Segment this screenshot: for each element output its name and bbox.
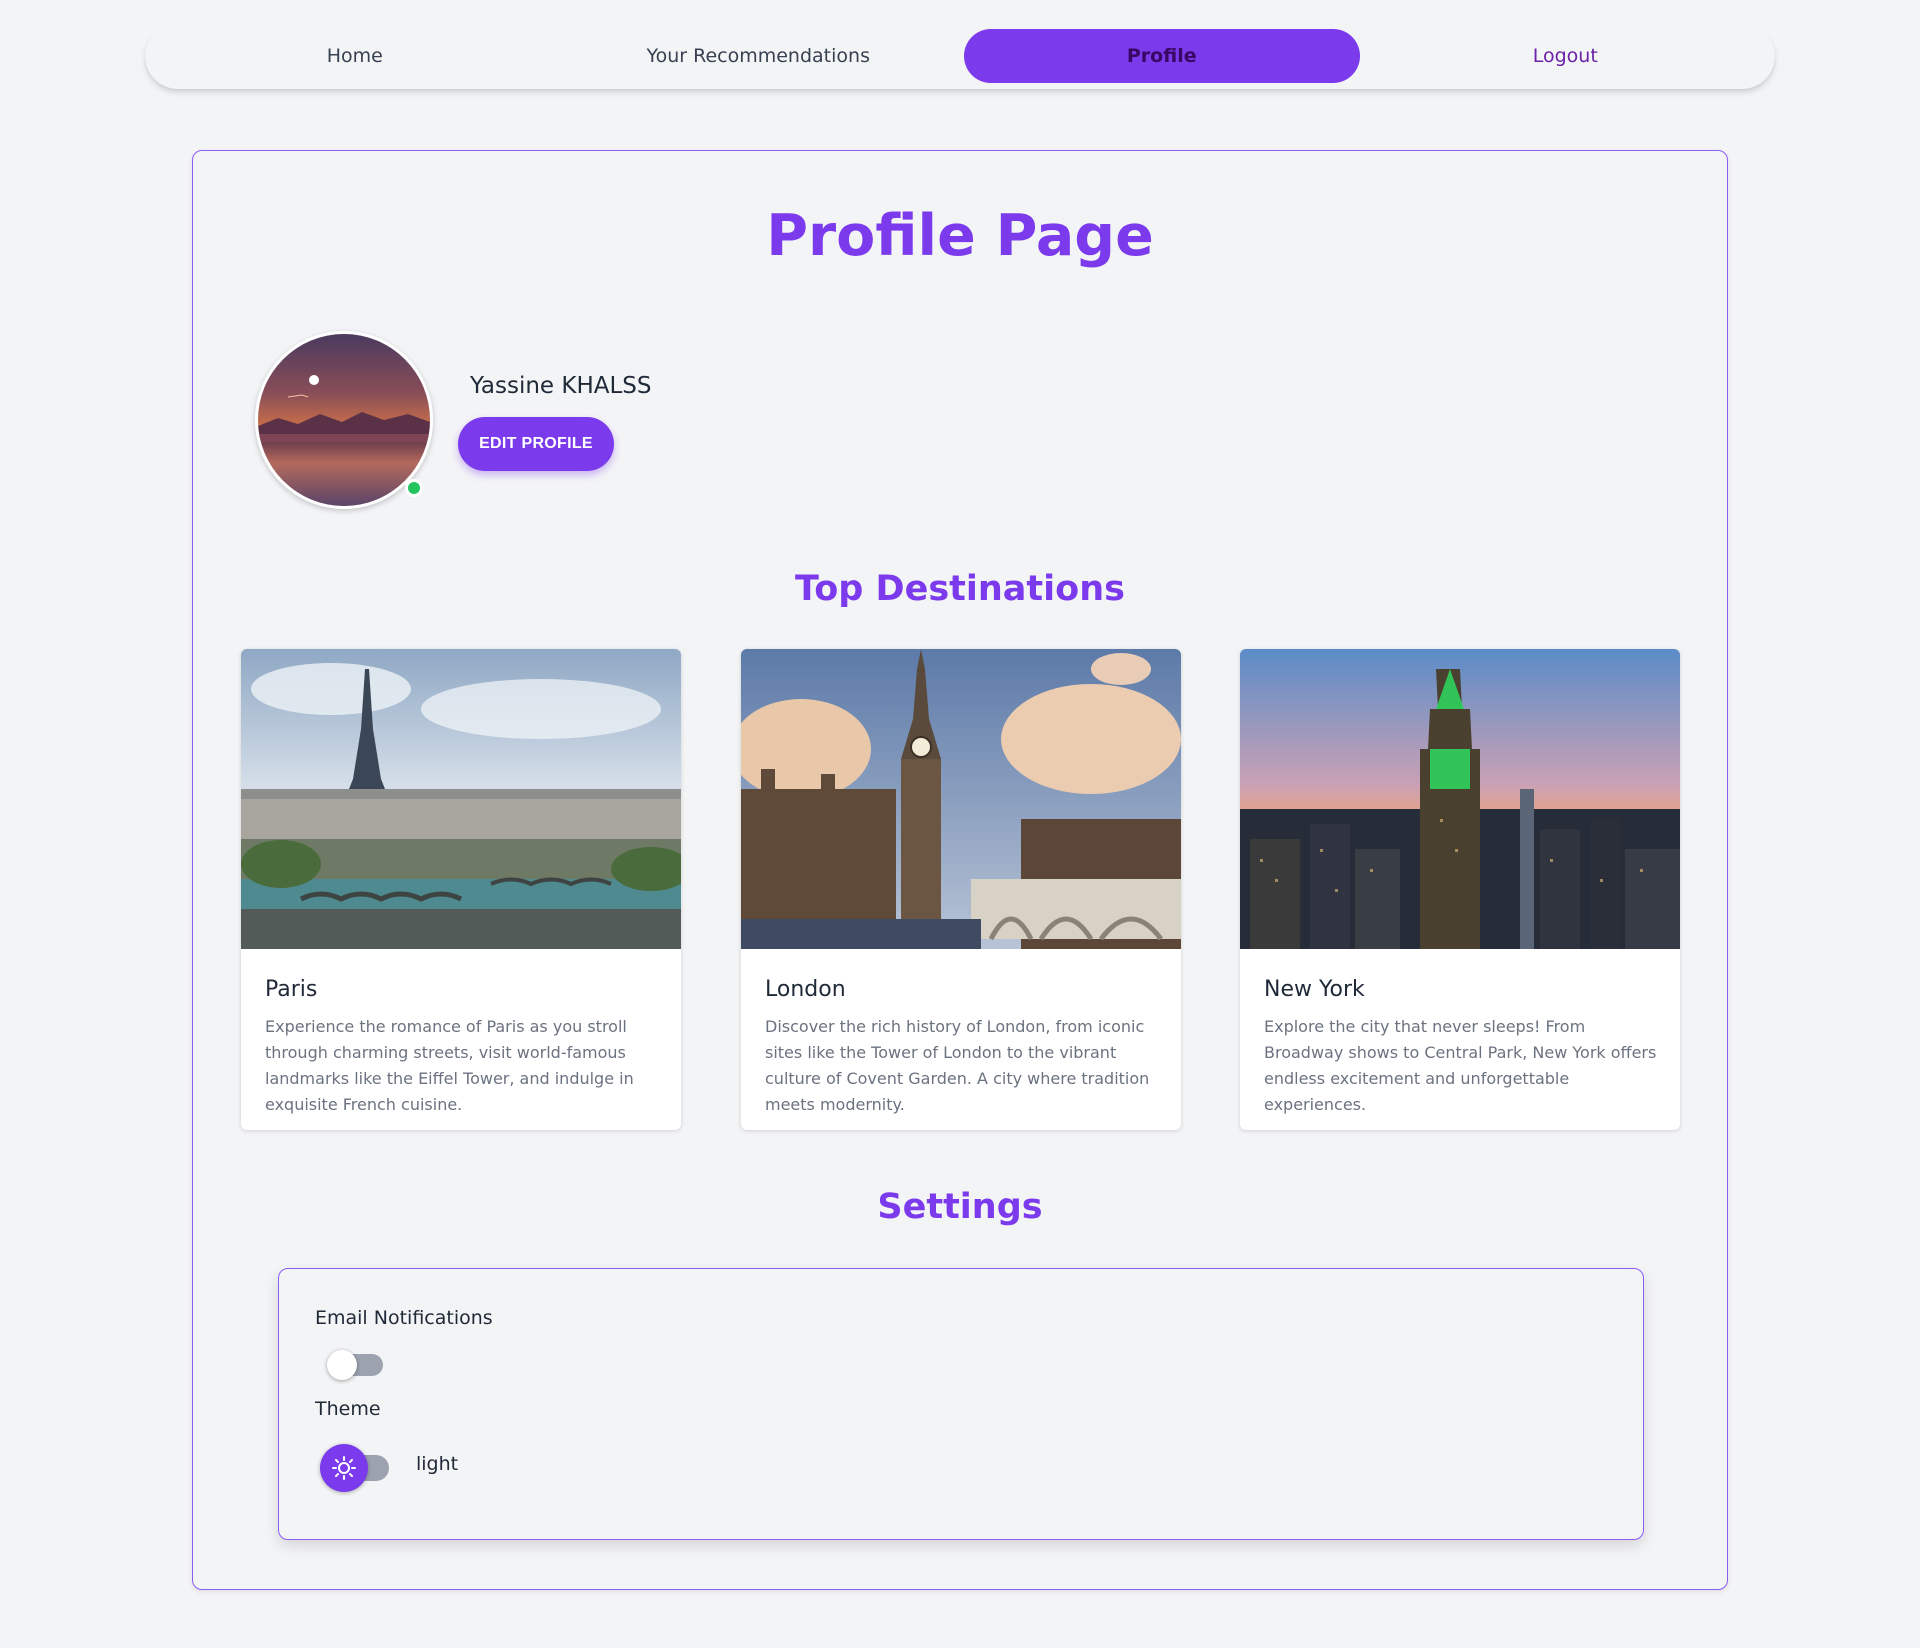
- online-status-indicator: [405, 479, 423, 497]
- settings-panel: Email Notifications Theme light: [278, 1268, 1644, 1540]
- paris-image: [241, 649, 681, 949]
- destination-name: New York: [1264, 977, 1365, 1002]
- nav-recommendations[interactable]: Your Recommendations: [561, 29, 957, 83]
- destination-card-london[interactable]: London Discover the rich history of Lond…: [741, 649, 1181, 1130]
- email-notifications-toggle[interactable]: [327, 1350, 383, 1380]
- user-name: Yassine KHALSS: [470, 373, 652, 399]
- sun-icon: [320, 1444, 368, 1492]
- nav-home[interactable]: Home: [157, 29, 553, 83]
- destination-name: Paris: [265, 977, 318, 1002]
- page-title: Profile Page: [766, 203, 1154, 269]
- destinations-title: Top Destinations: [795, 569, 1125, 609]
- theme-value: light: [416, 1453, 459, 1475]
- london-image: [741, 649, 1181, 949]
- edit-profile-button[interactable]: EDIT PROFILE: [458, 417, 614, 471]
- settings-title: Settings: [877, 1187, 1043, 1227]
- destination-description: Discover the rich history of London, fro…: [765, 1017, 1150, 1114]
- theme-label: Theme: [315, 1398, 381, 1420]
- avatar-container: [255, 331, 433, 509]
- nav-profile[interactable]: Profile: [964, 29, 1360, 83]
- profile-card: Profile Page Yassine KHALSS EDIT PROFILE…: [192, 150, 1728, 1590]
- avatar-image: [258, 334, 430, 506]
- destination-description: Explore the city that never sleeps! From…: [1264, 1017, 1657, 1114]
- theme-toggle[interactable]: [320, 1444, 389, 1492]
- destination-description: Experience the romance of Paris as you s…: [265, 1017, 634, 1114]
- top-navbar: Home Your Recommendations Profile Logout: [145, 23, 1775, 89]
- new-york-image: [1240, 649, 1680, 949]
- page-root: Home Your Recommendations Profile Logout…: [0, 0, 1920, 1648]
- destination-card-paris[interactable]: Paris Experience the romance of Paris as…: [241, 649, 681, 1130]
- email-notifications-label: Email Notifications: [315, 1307, 493, 1329]
- destination-name: London: [765, 977, 846, 1002]
- destination-card-new-york[interactable]: New York Explore the city that never sle…: [1240, 649, 1680, 1130]
- toggle-knob: [327, 1350, 357, 1380]
- nav-logout[interactable]: Logout: [1368, 29, 1764, 83]
